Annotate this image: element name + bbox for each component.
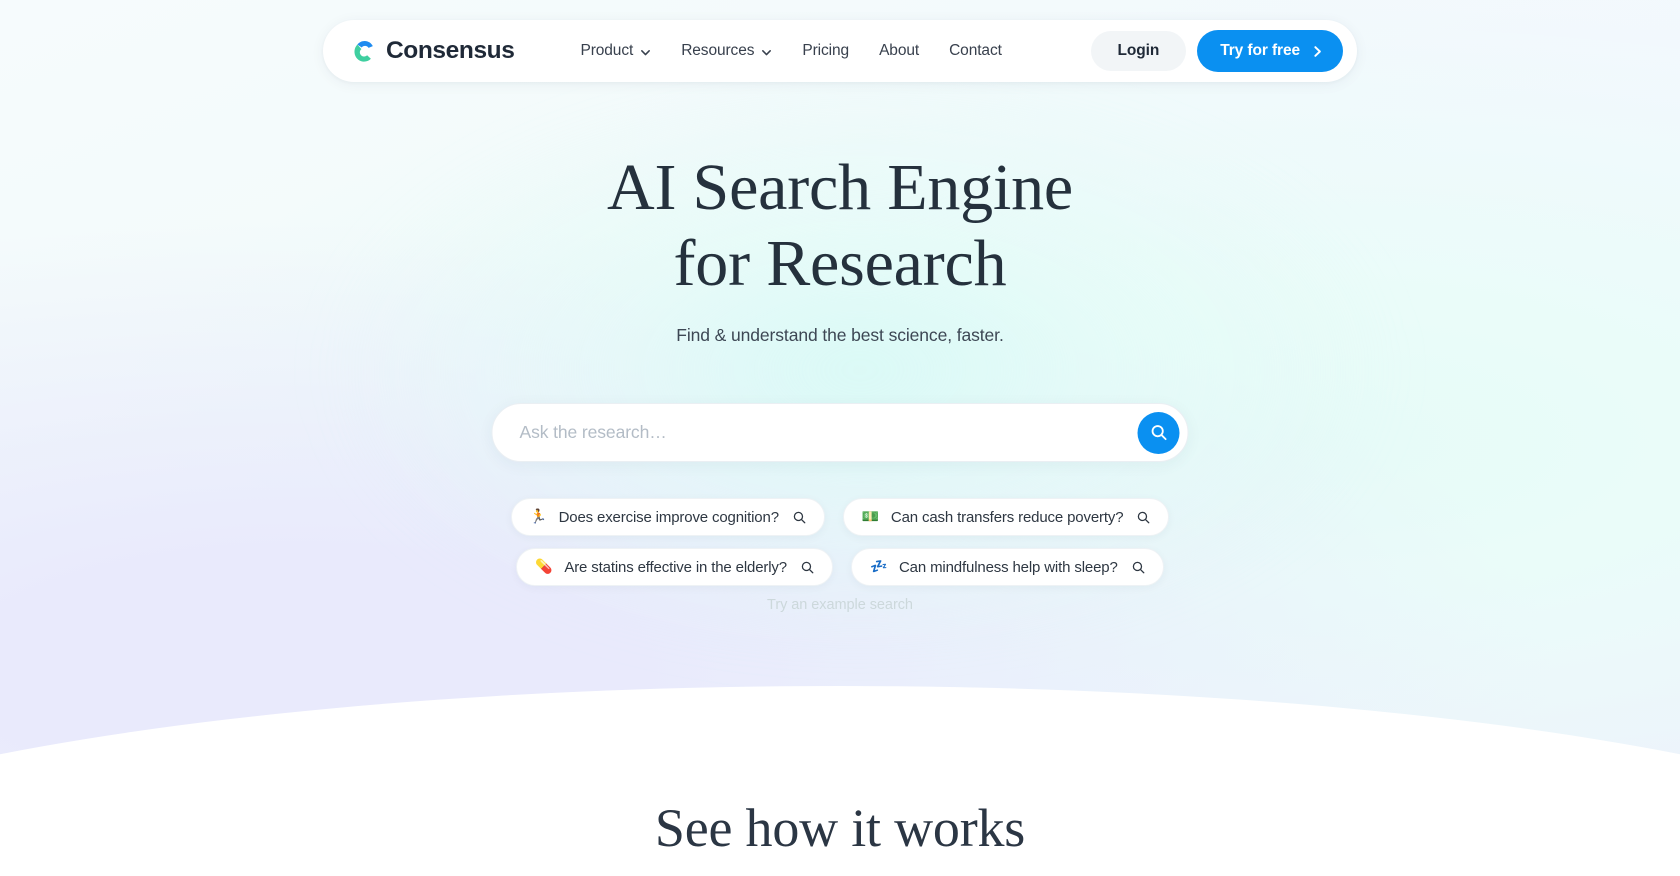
try-for-free-label: Try for free xyxy=(1220,42,1300,59)
sleep-emoji-icon: 💤 xyxy=(869,559,888,575)
nav-item-product-label: Product xyxy=(580,42,634,59)
search-submit-button[interactable] xyxy=(1137,411,1180,454)
example-search-caption: Try an example search xyxy=(767,597,913,613)
search-icon xyxy=(1131,560,1146,575)
nav-item-about[interactable]: About xyxy=(879,42,919,60)
nav-actions: Login Try for free xyxy=(1090,30,1343,72)
hero-title-line-2: for Research xyxy=(673,227,1007,300)
page-title: AI Search Engine for Research xyxy=(0,150,1680,302)
example-chip-mindfulness[interactable]: 💤 Can mindfulness help with sleep? xyxy=(850,548,1164,586)
brand-logo[interactable]: Consensus xyxy=(349,36,515,65)
chevron-right-icon xyxy=(1311,45,1324,58)
search-bar[interactable] xyxy=(491,403,1189,462)
example-chip-statins-label: Are statins effective in the elderly? xyxy=(564,558,787,576)
navbar-container: Consensus Product Resources Pricing Abou… xyxy=(323,20,1357,82)
search-container xyxy=(491,403,1189,462)
brand-name: Consensus xyxy=(386,36,515,64)
nav-links: Product Resources Pricing About Contact xyxy=(580,42,1001,60)
nav-item-contact-label: Contact xyxy=(949,42,1002,59)
banknote-emoji-icon: 💵 xyxy=(861,509,880,525)
search-icon xyxy=(1136,510,1151,525)
nav-item-pricing[interactable]: Pricing xyxy=(802,42,849,60)
main-navbar: Consensus Product Resources Pricing Abou… xyxy=(323,20,1357,82)
landing-page: Consensus Product Resources Pricing Abou… xyxy=(0,0,1680,876)
example-chip-exercise[interactable]: 🏃 Does exercise improve cognition? xyxy=(510,498,825,536)
chevron-down-icon xyxy=(761,47,772,58)
example-chip-cash-transfers[interactable]: 💵 Can cash transfers reduce poverty? xyxy=(842,498,1170,536)
search-icon xyxy=(1149,423,1168,442)
search-input[interactable] xyxy=(519,422,1138,443)
search-icon xyxy=(800,560,815,575)
nav-item-pricing-label: Pricing xyxy=(802,42,850,59)
example-chip-statins[interactable]: 💊 Are statins effective in the elderly? xyxy=(516,548,833,586)
example-chip-cash-transfers-label: Can cash transfers reduce poverty? xyxy=(890,508,1124,526)
login-button[interactable]: Login xyxy=(1090,31,1187,71)
how-it-works-title: See how it works xyxy=(654,798,1026,858)
nav-item-resources-label: Resources xyxy=(681,42,755,59)
pill-emoji-icon: 💊 xyxy=(535,559,553,575)
example-chip-mindfulness-label: Can mindfulness help with sleep? xyxy=(898,558,1118,576)
nav-item-resources[interactable]: Resources xyxy=(681,42,772,60)
chevron-down-icon xyxy=(640,47,651,58)
hero-title-line-1: AI Search Engine xyxy=(607,151,1073,224)
example-search-chips: 🏃 Does exercise improve cognition? 💵 Can… xyxy=(490,498,1190,586)
search-icon xyxy=(792,510,807,525)
runner-emoji-icon: 🏃 xyxy=(529,509,548,525)
nav-item-about-label: About xyxy=(879,42,920,59)
try-for-free-button[interactable]: Try for free xyxy=(1197,30,1343,72)
nav-item-product[interactable]: Product xyxy=(580,42,651,60)
consensus-c-logo-icon xyxy=(349,37,377,65)
hero-subtitle: Find & understand the best science, fast… xyxy=(676,325,1004,345)
nav-item-contact[interactable]: Contact xyxy=(949,42,1002,60)
example-chip-exercise-label: Does exercise improve cognition? xyxy=(558,508,779,526)
